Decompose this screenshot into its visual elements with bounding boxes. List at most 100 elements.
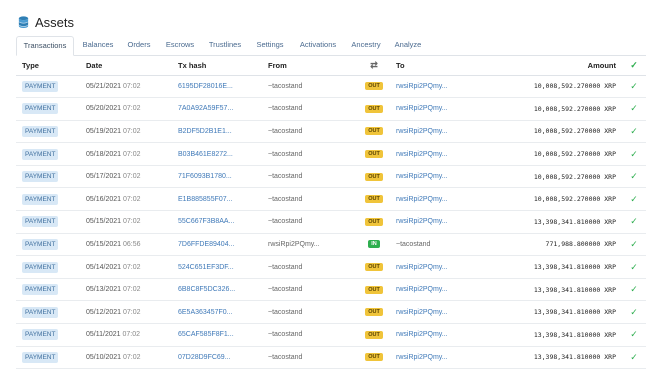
direction-cell: OUT <box>358 278 390 302</box>
from-account[interactable]: ~tacostand <box>268 128 302 135</box>
table-row[interactable]: PAYMENT 05/14/2021 07:02 524C651EF3DF... ~t… <box>16 255 646 279</box>
from-account[interactable]: ~tacostand <box>268 309 302 316</box>
success-check-icon: ✓ <box>622 165 646 189</box>
from-account[interactable]: ~tacostand <box>268 354 302 361</box>
tx-hash-link[interactable]: 7D6FFDE89404... <box>178 241 234 248</box>
direction-badge: OUT <box>365 82 383 91</box>
from-account[interactable]: ~tacostand <box>268 264 302 271</box>
to-account-link[interactable]: rwsiRpi2PQmy... <box>396 331 448 338</box>
amount-cell: 10,008,592.270000 XRP <box>482 165 622 189</box>
date-cell: 05/15/2021 06:56 <box>80 233 172 257</box>
table-row[interactable]: PAYMENT 05/10/2021 07:02 07D28D9FC69... ~ta… <box>16 346 646 370</box>
direction-badge: IN <box>368 240 380 249</box>
tx-hash-link[interactable]: 55C667F3B8AA... <box>178 218 234 225</box>
date-cell: 05/19/2021 07:02 <box>80 120 172 144</box>
from-cell: ~tacostand <box>262 75 358 99</box>
time-text: 07:02 <box>123 105 141 113</box>
tx-hash-link[interactable]: E1B885855F07... <box>178 196 233 203</box>
tx-hash-link[interactable]: B2DF5D2B1E1... <box>178 128 232 135</box>
hash-cell: 07D28D9FC69... <box>172 346 262 370</box>
tab-analyze[interactable]: Analyze <box>393 36 423 56</box>
to-account-link[interactable]: rwsiRpi2PQmy... <box>396 105 448 112</box>
table-row[interactable]: PAYMENT 05/20/2021 07:02 7A0A92A59F57... ~t… <box>16 97 646 121</box>
type-badge: PAYMENT <box>22 103 59 115</box>
tab-trustlines[interactable]: Trustlines <box>207 36 243 56</box>
to-account-link[interactable]: rwsiRpi2PQmy... <box>396 173 448 180</box>
from-account[interactable]: ~tacostand <box>268 331 302 338</box>
to-cell: ~tacostand <box>390 233 482 257</box>
from-account[interactable]: ~tacostand <box>268 105 302 112</box>
table-row[interactable]: PAYMENT 05/15/2021 06:56 7D6FFDE89404... rw… <box>16 233 646 257</box>
success-check-icon: ✓ <box>622 278 646 302</box>
tab-transactions[interactable]: Transactions <box>16 36 74 56</box>
to-account-link[interactable]: rwsiRpi2PQmy... <box>396 218 448 225</box>
transactions-table: Type Date Tx hash From ⇄ To Amount ✓ PAY… <box>16 56 646 370</box>
to-account-link[interactable]: rwsiRpi2PQmy... <box>396 286 448 293</box>
column-header-status-check-icon: ✓ <box>622 56 646 76</box>
to-account-link[interactable]: ~tacostand <box>396 241 430 248</box>
amount-cell: 10,008,592.270000 XRP <box>482 120 622 144</box>
table-row[interactable]: PAYMENT 05/19/2021 07:02 B2DF5D2B1E1... ~ta… <box>16 120 646 144</box>
tab-orders[interactable]: Orders <box>124 36 154 56</box>
time-text: 07:02 <box>122 331 140 339</box>
amount-cell: 13,398,341.810000 XRP <box>482 210 622 234</box>
to-account-link[interactable]: rwsiRpi2PQmy... <box>396 309 448 316</box>
table-row[interactable]: PAYMENT 05/18/2021 07:02 B03B461E8272... ~t… <box>16 142 646 166</box>
date-text: 05/17/2021 <box>86 173 122 181</box>
from-cell: ~tacostand <box>262 255 358 279</box>
tx-hash-link[interactable]: 524C651EF3DF... <box>178 264 234 271</box>
type-cell: PAYMENT <box>16 323 80 347</box>
date-cell: 05/15/2021 07:02 <box>80 210 172 234</box>
from-account[interactable]: ~tacostand <box>268 151 302 158</box>
hash-cell: 6E5A363457F0... <box>172 300 262 325</box>
tx-hash-link[interactable]: 07D28D9FC69... <box>178 354 231 361</box>
tx-hash-link[interactable]: B03B461E8272... <box>178 151 233 158</box>
from-account[interactable]: rwsiRpi2PQmy... <box>268 241 320 248</box>
tx-hash-link[interactable]: 7A0A92A59F57... <box>178 105 233 112</box>
to-account-link[interactable]: rwsiRpi2PQmy... <box>396 151 448 158</box>
to-account-link[interactable]: rwsiRpi2PQmy... <box>396 128 448 135</box>
tx-hash-link[interactable]: 71F6093B1780... <box>178 173 232 180</box>
type-cell: PAYMENT <box>16 97 80 121</box>
tab-ancestry[interactable]: Ancestry <box>349 36 383 56</box>
table-row[interactable]: PAYMENT 05/15/2021 07:02 55C667F3B8AA... ~t… <box>16 210 646 234</box>
from-account[interactable]: ~tacostand <box>268 83 302 90</box>
tx-hash-link[interactable]: 6195DF28016E... <box>178 83 233 90</box>
success-check-icon: ✓ <box>622 233 646 257</box>
date-text: 05/10/2021 <box>86 353 122 361</box>
to-account-link[interactable]: rwsiRpi2PQmy... <box>396 196 448 203</box>
tab-balances[interactable]: Balances <box>79 36 117 56</box>
table-row[interactable]: PAYMENT 05/17/2021 07:02 71F6093B1780... ~t… <box>16 165 646 189</box>
to-account-link[interactable]: rwsiRpi2PQmy... <box>396 354 448 361</box>
success-check-icon: ✓ <box>622 300 646 325</box>
success-check-icon: ✓ <box>622 346 646 370</box>
table-row[interactable]: PAYMENT 05/12/2021 07:02 6E5A363457F0... ~t… <box>16 300 646 325</box>
direction-badge: OUT <box>365 330 383 339</box>
time-text: 07:02 <box>123 286 141 294</box>
table-row[interactable]: PAYMENT 05/16/2021 07:02 E1B885855F07... ~t… <box>16 187 646 212</box>
from-account[interactable]: ~tacostand <box>268 218 302 225</box>
time-text: 07:02 <box>123 308 141 316</box>
to-account-link[interactable]: rwsiRpi2PQmy... <box>396 83 448 90</box>
tx-hash-link[interactable]: 6B8C8F5DC326... <box>178 286 235 293</box>
type-badge: PAYMENT <box>22 306 59 318</box>
from-account[interactable]: ~tacostand <box>268 196 302 203</box>
direction-cell: OUT <box>358 142 390 166</box>
from-account[interactable]: ~tacostand <box>268 173 302 180</box>
tx-hash-link[interactable]: 6E5A363457F0... <box>178 309 233 316</box>
direction-cell: OUT <box>358 187 390 212</box>
to-account-link[interactable]: rwsiRpi2PQmy... <box>396 264 448 271</box>
table-row[interactable]: PAYMENT 05/13/2021 07:02 6B8C8F5DC326... ~t… <box>16 278 646 302</box>
hash-cell: 65CAF585F8F1... <box>172 323 262 347</box>
tx-hash-link[interactable]: 65CAF585F8F1... <box>178 331 234 338</box>
table-row[interactable]: PAYMENT 05/21/2021 07:02 6195DF28016E... ~t… <box>16 75 646 99</box>
from-account[interactable]: ~tacostand <box>268 286 302 293</box>
coins-stack-icon <box>18 16 29 29</box>
type-cell: PAYMENT <box>16 278 80 302</box>
tab-escrows[interactable]: Escrows <box>164 36 196 56</box>
tab-settings[interactable]: Settings <box>254 36 286 56</box>
table-row[interactable]: PAYMENT 05/11/2021 07:02 65CAF585F8F1... ~t… <box>16 323 646 347</box>
type-badge: PAYMENT <box>22 125 59 137</box>
type-badge: PAYMENT <box>22 80 59 92</box>
tab-activations[interactable]: Activations <box>297 36 339 56</box>
